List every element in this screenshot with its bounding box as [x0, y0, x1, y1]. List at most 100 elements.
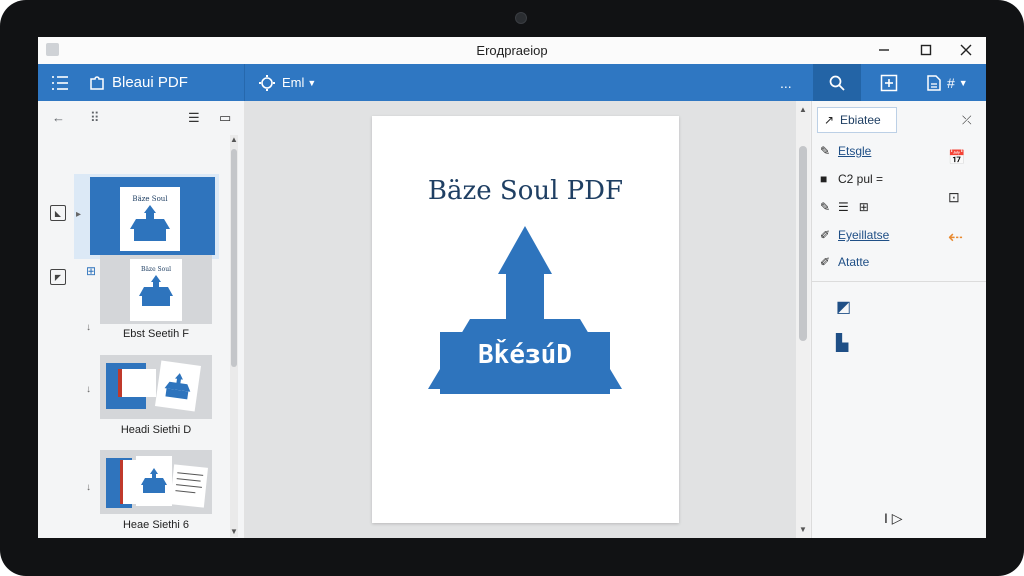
toolbar-divider [244, 64, 245, 101]
search-button[interactable] [828, 64, 846, 101]
expand-arrow-icon[interactable]: ▸ [76, 209, 81, 220]
expand-arrow-icon[interactable]: ↓ [86, 322, 91, 333]
add-page-button[interactable] [879, 64, 899, 101]
panel-divider [812, 281, 986, 282]
chevron-down-icon: ▼ [958, 77, 968, 88]
document-icon [927, 74, 941, 91]
thumbnail-label: Ebst Seetih F [122, 328, 190, 340]
link-icon[interactable]: ⊡ [948, 189, 960, 206]
square-icon: ■ [820, 172, 828, 186]
thumbnail-page-sheet: Bäze Soul [120, 187, 180, 251]
sections-label: # [947, 74, 955, 91]
gear-icon [259, 74, 275, 91]
collapse-panel-icon[interactable]: ⤫ [962, 113, 972, 128]
scrollbar-thumb[interactable] [799, 146, 807, 341]
app-name: Bleaui PDF [112, 74, 188, 91]
tool-select-button[interactable]: ↗ Ebiatee [817, 107, 897, 133]
svg-text:Bäze Soul: Bäze Soul [141, 266, 171, 273]
thumbnail-scrollbar[interactable]: ▼ ▲ [230, 135, 238, 537]
playback-control[interactable]: I ▷ [884, 510, 903, 527]
calendar-icon[interactable]: 📅 [948, 149, 965, 166]
add-page-icon [880, 74, 898, 91]
tool-row[interactable]: ■ C2 pul = [820, 169, 883, 189]
tool-row[interactable]: ✐ Atatte [820, 252, 869, 272]
crop-icon[interactable]: ◩ [836, 297, 851, 317]
logo-thumbnail-icon [141, 468, 167, 493]
logo-thumbnail-icon [164, 373, 191, 400]
comment-icon[interactable]: ▭ [219, 110, 231, 126]
scroll-up-arrow-icon[interactable]: ▲ [799, 105, 807, 114]
close-button[interactable] [946, 39, 986, 61]
search-icon [829, 75, 845, 91]
minimize-icon [879, 49, 889, 51]
tool-row[interactable]: ✐ Eyeillatse [820, 225, 889, 245]
thumbnail-page-sheet [136, 456, 172, 506]
lines-icon: ☰ [838, 200, 849, 214]
app-brand: Bleaui PDF [88, 64, 188, 101]
tool-row[interactable]: ✎ Etsgle [820, 141, 871, 161]
scroll-down-arrow-icon[interactable]: ▼ [230, 527, 238, 536]
thumbnail-page-sheet [118, 369, 156, 397]
scroll-down-arrow-icon[interactable]: ▼ [799, 525, 807, 534]
pen-icon: ✎ [820, 200, 831, 214]
grid-icon: ⊞ [858, 200, 869, 214]
window-title: Eroдpraeiop [476, 43, 548, 58]
logo-thumbnail-icon: Bäze Soul [139, 266, 173, 306]
text-lines-icon [175, 472, 204, 494]
camera-dot [515, 12, 527, 24]
tool-label: Eyeillatse [838, 228, 890, 242]
close-icon [960, 44, 972, 56]
thumbnail-label: Headi Siethi D [120, 424, 192, 436]
thumbnail-page-sheet [154, 360, 202, 412]
title-bar: Eroдpraeiop [38, 37, 986, 64]
scrollbar-thumb[interactable] [231, 149, 237, 367]
chevron-down-icon: ▼ [307, 77, 317, 88]
tool-row[interactable]: ✎ ☰ ⊞ [820, 197, 869, 217]
arrow-left-icon[interactable]: ⇠ [948, 227, 963, 248]
more-button[interactable]: ... [780, 64, 792, 101]
tool-select-label: Ebiatee [840, 113, 881, 127]
document-title: Bäze Soul PDF [427, 176, 624, 206]
thumbnail-page-2[interactable]: Bäze Soul [100, 255, 212, 324]
scroll-up-arrow-icon[interactable]: ▲ [230, 135, 238, 144]
thumbnail-panel: ← ⠿ ☰ ▭ ◣ Bäze Soul ▸ ⊞ ◤ ↓ Bäze Soul Eb… [38, 101, 245, 538]
expand-arrow-icon[interactable]: ↓ [86, 384, 91, 395]
tools-panel: ↗ Ebiatee ⤫ ✎ Etsgle ■ C2 pul = ✎ ☰ ⊞ ✐ … [811, 101, 986, 538]
thumbnail-page-sheet [170, 464, 208, 508]
expand-arrow-icon[interactable]: ↓ [86, 482, 91, 493]
page-marker-icon: ◣ [50, 205, 66, 221]
tool-label: C2 pul = [838, 172, 884, 186]
edit-icon: ✐ [820, 228, 831, 242]
document-canvas: Bäze Soul PDF Bǩéɜ́uD ▲ ▼ [245, 101, 810, 538]
pen-icon: ✎ [820, 144, 831, 158]
puzzle-icon [90, 75, 104, 90]
back-arrow-icon[interactable]: ← [52, 110, 65, 125]
tool-label: Etsgle [838, 144, 872, 158]
stamp-icon[interactable]: ▙ [836, 333, 848, 353]
device-bezel: Eroдpraeiop Bleaui PDF Eml ▼ ... # ▼ ← ⠿… [0, 0, 1024, 576]
logo-text: Bǩéɜ́uD [478, 340, 572, 370]
thumbnail-page-4[interactable] [100, 450, 212, 514]
maximize-button[interactable] [906, 39, 946, 61]
maximize-icon [920, 44, 932, 56]
menu-list-icon [52, 75, 68, 90]
minimize-button[interactable] [864, 39, 904, 61]
main-toolbar: Bleaui PDF Eml ▼ ... # ▼ [38, 64, 986, 101]
edit-icon: ✐ [820, 255, 831, 269]
sections-dropdown[interactable]: # ▼ [926, 64, 968, 101]
grid-dots-icon[interactable]: ⠿ [90, 110, 100, 126]
app-window: Eroдpraeiop Bleaui PDF Eml ▼ ... # ▼ ← ⠿… [38, 37, 986, 538]
thumbnail-page-1[interactable]: Bäze Soul [90, 177, 215, 255]
menu-button[interactable] [50, 64, 70, 101]
logo-thumbnail-icon: Bäze Soul [130, 195, 170, 241]
view-dropdown[interactable]: Eml ▼ [258, 64, 316, 101]
document-page[interactable]: Bäze Soul PDF Bǩéɜ́uD [372, 116, 679, 523]
tool-label: Atatte [838, 255, 870, 269]
thumbnail-page-3[interactable] [100, 355, 212, 419]
view-label: Eml [282, 75, 305, 90]
list-view-icon[interactable]: ☰ [188, 110, 200, 126]
thumbnail-page-sheet: Bäze Soul [130, 259, 182, 321]
canvas-scrollbar[interactable]: ▲ ▼ [796, 101, 810, 538]
thumbnail-label: Heae Siethi 6 [122, 519, 190, 531]
page-marker-icon: ◤ [50, 269, 66, 285]
